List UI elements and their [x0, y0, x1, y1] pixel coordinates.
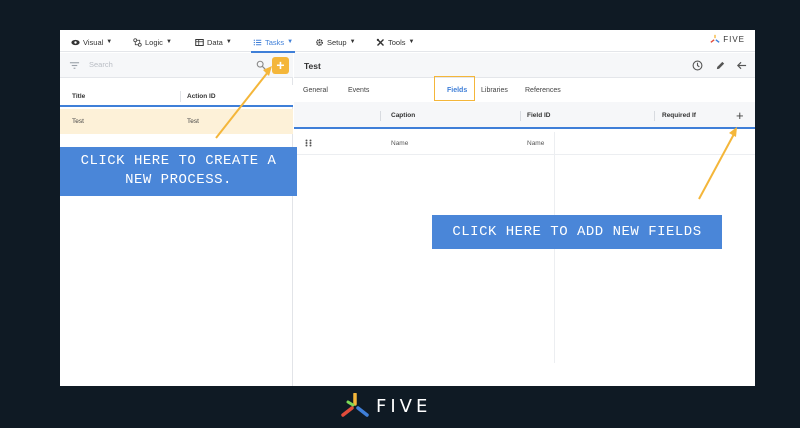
detail-tabs: General Events Fields Libraries Referenc… — [294, 79, 755, 101]
add-fields-callout: CLICK HERE TO ADD NEW FIELDS — [432, 215, 722, 249]
menu-tasks-label: Tasks — [265, 37, 285, 47]
footer-brand: FIVE — [376, 395, 432, 417]
filter-icon[interactable] — [69, 60, 80, 71]
search-icon[interactable] — [256, 60, 266, 70]
menu-logic-label: Logic — [145, 37, 163, 47]
column-action-id[interactable]: Action ID — [187, 93, 216, 100]
tools-icon — [376, 38, 384, 46]
tasks-icon — [253, 39, 262, 45]
page-title: Test — [304, 61, 321, 71]
search-input[interactable]: Search — [89, 60, 113, 69]
column-divider — [654, 111, 655, 121]
create-process-callout: CLICK HERE TO CREATE A NEW PROCESS. — [60, 147, 297, 196]
gear-icon — [316, 38, 323, 46]
menu-tasks[interactable]: Tasks ▼ — [250, 35, 296, 53]
column-caption[interactable]: Caption — [391, 112, 415, 119]
menu-setup[interactable]: Setup ▼ — [315, 35, 356, 49]
search-bar: Search + — [60, 53, 293, 78]
add-field-button[interactable]: + — [736, 108, 744, 123]
column-divider — [380, 111, 381, 121]
row-caption: Name — [391, 140, 409, 147]
top-strip — [0, 0, 800, 30]
menu-visual[interactable]: Visual ▼ — [71, 35, 112, 49]
five-logo-icon — [341, 393, 369, 417]
menu-data[interactable]: Data ▼ — [195, 35, 232, 49]
back-arrow-icon[interactable] — [736, 60, 747, 71]
tab-general[interactable]: General — [303, 87, 328, 94]
menu-data-label: Data — [207, 37, 223, 47]
menu-tools[interactable]: Tools ▼ — [376, 35, 414, 49]
menu-setup-label: Setup — [327, 37, 347, 47]
process-list-panel: Search + Title Action ID Test Test — [60, 53, 293, 386]
column-divider — [520, 111, 521, 121]
tab-events[interactable]: Events — [348, 87, 369, 94]
app-window: Visual ▼ Logic ▼ Data ▼ Tasks ▼ Setup ▼ Tools… — [60, 30, 755, 386]
brand-label: FIVE — [723, 34, 745, 44]
menu-bar: Visual ▼ Logic ▼ Data ▼ Tasks ▼ Setup ▼ Tools… — [60, 30, 755, 53]
table-icon — [195, 38, 204, 46]
fields-tab-highlight — [434, 76, 475, 101]
column-required-if[interactable]: Required If — [662, 112, 696, 119]
tab-references[interactable]: References — [525, 87, 561, 94]
brand-logo: FIVE — [710, 34, 745, 44]
edit-icon[interactable] — [715, 60, 726, 71]
detail-title-bar: Test — [294, 53, 755, 78]
eye-icon — [71, 39, 80, 45]
column-field-id[interactable]: Field ID — [527, 112, 550, 119]
row-action-id: Test — [187, 118, 199, 125]
menu-tools-label: Tools — [388, 37, 406, 47]
column-divider — [180, 91, 181, 102]
callout-line-1: CLICK HERE TO CREATE A — [80, 153, 277, 169]
column-title[interactable]: Title — [72, 93, 85, 100]
list-header: Title Action ID — [60, 85, 293, 107]
row-title: Test — [72, 118, 84, 125]
table-row[interactable]: Name Name — [294, 131, 755, 155]
add-process-button[interactable]: + — [272, 57, 289, 74]
tab-libraries[interactable]: Libraries — [481, 87, 508, 94]
five-logo-icon — [710, 34, 720, 43]
fields-header: Caption Field ID Required If + — [294, 102, 755, 129]
menu-logic[interactable]: Logic ▼ — [133, 35, 172, 49]
menu-visual-label: Visual — [83, 37, 104, 47]
logic-icon — [133, 37, 142, 47]
drag-handle-icon[interactable] — [305, 139, 312, 147]
list-item[interactable]: Test Test — [60, 109, 293, 134]
footer-logo: FIVE — [340, 392, 470, 420]
callout-line-2: NEW PROCESS. — [125, 172, 232, 188]
history-icon[interactable] — [692, 60, 703, 71]
row-field-id: Name — [527, 140, 545, 147]
